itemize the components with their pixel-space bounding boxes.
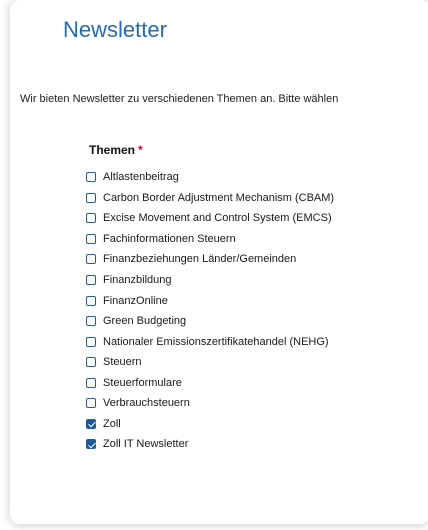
topic-checkbox[interactable] <box>86 213 96 224</box>
topic-checkbox[interactable] <box>86 295 96 306</box>
topic-checkbox[interactable] <box>86 357 96 368</box>
required-indicator: * <box>138 143 143 157</box>
topics-legend-label: Themen <box>89 143 136 157</box>
topic-option-5[interactable]: Finanzbildung <box>86 270 334 291</box>
topic-checkbox[interactable] <box>86 398 96 409</box>
topic-checkbox[interactable] <box>86 377 96 388</box>
topic-checkbox[interactable] <box>86 254 96 265</box>
topic-option-0[interactable]: Altlastenbeitrag <box>86 167 334 188</box>
topic-label: Zoll IT Newsletter <box>103 438 189 451</box>
topic-label: Finanzbeziehungen Länder/Gemeinden <box>103 253 297 266</box>
topic-checkbox[interactable] <box>86 439 96 450</box>
topic-checkbox[interactable] <box>86 336 96 347</box>
topic-label: Excise Movement and Control System (EMCS… <box>103 212 332 225</box>
topic-option-3[interactable]: Fachinformationen Steuern <box>86 229 334 250</box>
topic-checkbox[interactable] <box>86 233 96 244</box>
topic-checkbox[interactable] <box>86 316 96 327</box>
topic-checkbox-list: Altlastenbeitrag Carbon Border Adjustmen… <box>86 167 334 455</box>
topic-option-11[interactable]: Verbrauchsteuern <box>86 393 334 414</box>
topic-option-1[interactable]: Carbon Border Adjustment Mechanism (CBAM… <box>86 188 334 209</box>
topic-label: Carbon Border Adjustment Mechanism (CBAM… <box>103 191 335 204</box>
topic-option-2[interactable]: Excise Movement and Control System (EMCS… <box>86 208 334 229</box>
topic-option-9[interactable]: Steuern <box>86 352 334 373</box>
topic-label: Steuerformulare <box>103 376 182 389</box>
topic-label: Finanzbildung <box>103 274 172 286</box>
topic-option-12[interactable]: Zoll <box>86 414 334 435</box>
topic-label: Fachinformationen Steuern <box>103 232 236 245</box>
topic-option-8[interactable]: Nationaler Emissionszertifikatehandel (N… <box>86 331 334 352</box>
topic-checkbox[interactable] <box>86 275 96 285</box>
topic-checkbox[interactable] <box>86 418 96 429</box>
topic-option-6[interactable]: FinanzOnline <box>86 290 334 311</box>
topic-label: Altlastenbeitrag <box>103 171 179 184</box>
intro-text: Wir bieten Newsletter zu verschiedenen T… <box>20 93 339 105</box>
newsletter-card-content: Newsletter Wir bieten Newsletter zu vers… <box>10 0 428 524</box>
topic-label: Steuern <box>103 356 142 369</box>
page-title: Newsletter <box>63 17 167 42</box>
topic-option-13[interactable]: Zoll IT Newsletter <box>86 434 334 455</box>
topic-label: FinanzOnline <box>103 294 168 307</box>
topic-label: Nationaler Emissionszertifikatehandel (N… <box>103 335 329 348</box>
topic-option-10[interactable]: Steuerformulare <box>86 372 334 393</box>
topic-label: Verbrauchsteuern <box>103 397 190 410</box>
topics-legend: Themen * <box>89 142 143 158</box>
topic-checkbox[interactable] <box>86 172 96 183</box>
topic-option-7[interactable]: Green Budgeting <box>86 311 334 332</box>
newsletter-card: Newsletter Wir bieten Newsletter zu vers… <box>10 0 428 524</box>
topic-label: Green Budgeting <box>103 315 187 328</box>
topic-checkbox[interactable] <box>86 192 96 203</box>
topic-option-4[interactable]: Finanzbeziehungen Länder/Gemeinden <box>86 249 334 270</box>
topic-label: Zoll <box>103 417 121 430</box>
